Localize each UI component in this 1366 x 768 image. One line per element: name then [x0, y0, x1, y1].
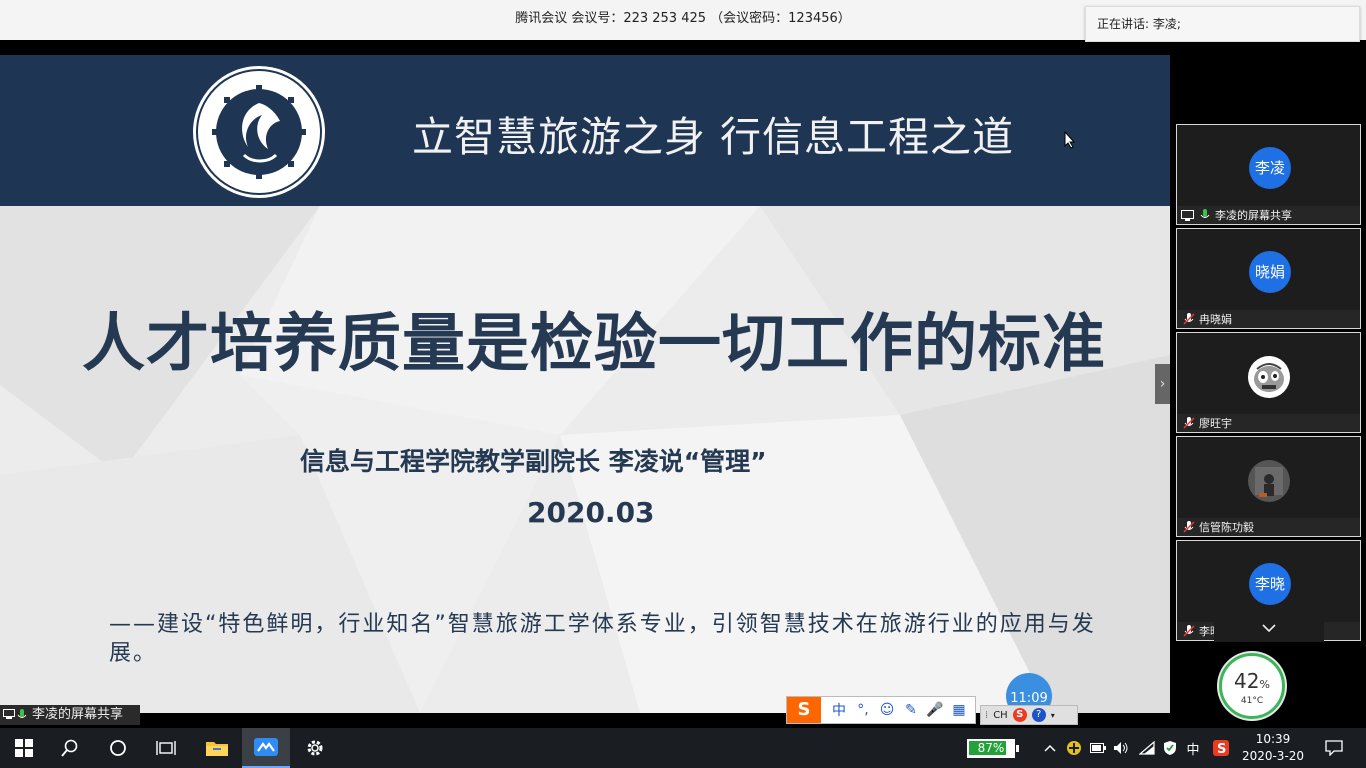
collapse-panel-button[interactable]: › [1155, 364, 1170, 404]
school-logo [193, 66, 325, 198]
screen-share-text: 李凌的屏幕共享 [32, 707, 124, 722]
participant-tile[interactable]: 廖旺宇 [1176, 332, 1361, 433]
gear-icon [307, 740, 323, 756]
participant-name-bar: 信管陈功毅 [1177, 518, 1360, 536]
task-view-button[interactable] [142, 728, 190, 768]
mouse-cursor-icon [1064, 131, 1076, 149]
language-bar-options-icon[interactable]: ▾ [1051, 711, 1055, 720]
participant-name: 冉晓娟 [1199, 313, 1232, 326]
file-explorer-button[interactable] [193, 728, 241, 768]
participant-name: 信管陈功毅 [1199, 521, 1254, 534]
language-code[interactable]: CH [993, 710, 1008, 721]
expand-participants-button[interactable] [1214, 615, 1324, 642]
sogou-logo-icon[interactable]: S [787, 697, 821, 723]
slide-banner: 立智慧旅游之身 行信息工程之道 [0, 55, 1170, 206]
mic-on-icon [17, 709, 27, 718]
task-view-icon [156, 741, 176, 755]
participant-name-bar: 李凌的屏幕共享 [1177, 206, 1360, 224]
shared-slide: 立智慧旅游之身 行信息工程之道 人才培养质量是检验一切工作的标准 信息与工程学院… [0, 55, 1170, 713]
participant-tile[interactable]: 李凌 李凌的屏幕共享 [1176, 124, 1361, 225]
security-button[interactable] [1159, 728, 1181, 768]
participant-name-bar: 冉晓娟 [1177, 310, 1360, 328]
avatar: 晓娟 [1249, 251, 1291, 293]
speaker-icon [1114, 742, 1128, 754]
search-button[interactable] [46, 728, 94, 768]
folder-icon [206, 742, 228, 756]
ime-toolbar[interactable]: S 中 °, ☺ ✎ 🎤 ▦ [786, 696, 976, 724]
sogou-tray-button[interactable]: S [1208, 728, 1234, 768]
screen-share-icon [3, 709, 15, 719]
screen-share-label: 李凌的屏幕共享 [0, 705, 140, 725]
microphone-icon[interactable]: 🎤 [923, 702, 947, 718]
slide-tagline: ——建设“特色鲜明，行业知名”智慧旅游工学体系专业，引领智慧技术在旅游行业的应用… [109, 612, 1096, 666]
emoji-icon[interactable]: ☺ [875, 702, 899, 718]
participant-tile[interactable]: 信管陈功毅 [1176, 436, 1361, 537]
battery-icon [1090, 743, 1106, 753]
mic-muted-icon [1183, 625, 1195, 637]
toolbox-icon[interactable]: ▦ [947, 702, 971, 718]
memory-gauge[interactable]: 42% 41°C [1219, 653, 1285, 719]
avatar: 李晓 [1249, 563, 1291, 605]
participant-name: 廖旺宇 [1199, 417, 1232, 430]
mic-on-icon [1200, 209, 1210, 218]
battery-tray-button[interactable] [1087, 728, 1109, 768]
handwriting-icon[interactable]: ✎ [899, 702, 923, 718]
network-button[interactable] [1136, 728, 1158, 768]
avatar [1248, 460, 1290, 502]
volume-button[interactable] [1110, 728, 1132, 768]
tencent-meeting-icon [254, 738, 278, 756]
taskbar-clock[interactable]: 10:39 2020-3-20 [1240, 731, 1306, 765]
gauge-value: 42 [1234, 669, 1260, 693]
screen-share-icon [1181, 210, 1194, 221]
participant-name-bar: 廖旺宇 [1177, 414, 1360, 432]
windows-taskbar: 87% 中 S 10:39 2020-3-20 [0, 728, 1366, 768]
slide-date: 2020.03 [527, 496, 655, 529]
chevron-down-icon [1262, 624, 1276, 633]
mic-muted-icon [1183, 417, 1195, 429]
slide-main-title: 人才培养质量是检验一切工作的标准 [82, 307, 1106, 380]
slide-subtitle: 信息与工程学院教学副院长 李凌说“管理” [300, 447, 767, 476]
shield-icon [1164, 741, 1176, 755]
sogou-icon[interactable]: S [1012, 708, 1027, 722]
speaking-indicator: 正在讲话: 李凌; [1085, 6, 1360, 42]
gauge-unit: % [1259, 678, 1270, 691]
cortana-icon [110, 740, 126, 756]
battery-indicator[interactable]: 87% [967, 739, 1019, 758]
participant-name: 李凌的屏幕共享 [1215, 209, 1292, 222]
banner-slogan: 立智慧旅游之身 行信息工程之道 [412, 113, 1015, 161]
show-hidden-icons-button[interactable] [1040, 728, 1060, 768]
svg-text:S: S [1217, 742, 1226, 756]
gauge-temperature: 41°C [1240, 696, 1264, 706]
sogou-s-icon: S [1213, 740, 1229, 756]
mic-muted-icon [1183, 313, 1195, 325]
search-icon [61, 739, 78, 757]
ime-punctuation-toggle[interactable]: °, [851, 702, 875, 718]
tray-shield-plus-icon [1067, 741, 1081, 755]
chevron-up-icon [1044, 744, 1056, 752]
battery-percentage: 87% [977, 741, 1005, 755]
input-method-indicator[interactable]: 中 [1181, 728, 1205, 768]
language-bar[interactable]: ⁞ CH S ? ▾ [980, 705, 1078, 725]
tencent-meeting-button[interactable] [242, 728, 290, 768]
clock-time: 10:39 [1255, 732, 1291, 746]
ime-mode-toggle[interactable]: 中 [827, 700, 851, 720]
cortana-button[interactable] [94, 728, 142, 768]
participant-tile[interactable]: 晓娟 冉晓娟 [1176, 228, 1361, 329]
help-icon[interactable]: ? [1031, 708, 1046, 722]
wifi-icon [1139, 741, 1155, 755]
tray-app-button[interactable] [1063, 728, 1085, 768]
windows-logo-icon [15, 739, 33, 757]
clock-date: 2020-3-20 [1241, 749, 1305, 763]
avatar [1248, 356, 1290, 398]
notification-center-button[interactable] [1318, 728, 1350, 768]
start-button[interactable] [0, 728, 48, 768]
mic-muted-icon [1183, 521, 1195, 533]
settings-button[interactable] [291, 728, 339, 768]
avatar: 李凌 [1249, 147, 1291, 189]
notification-icon [1325, 740, 1343, 756]
